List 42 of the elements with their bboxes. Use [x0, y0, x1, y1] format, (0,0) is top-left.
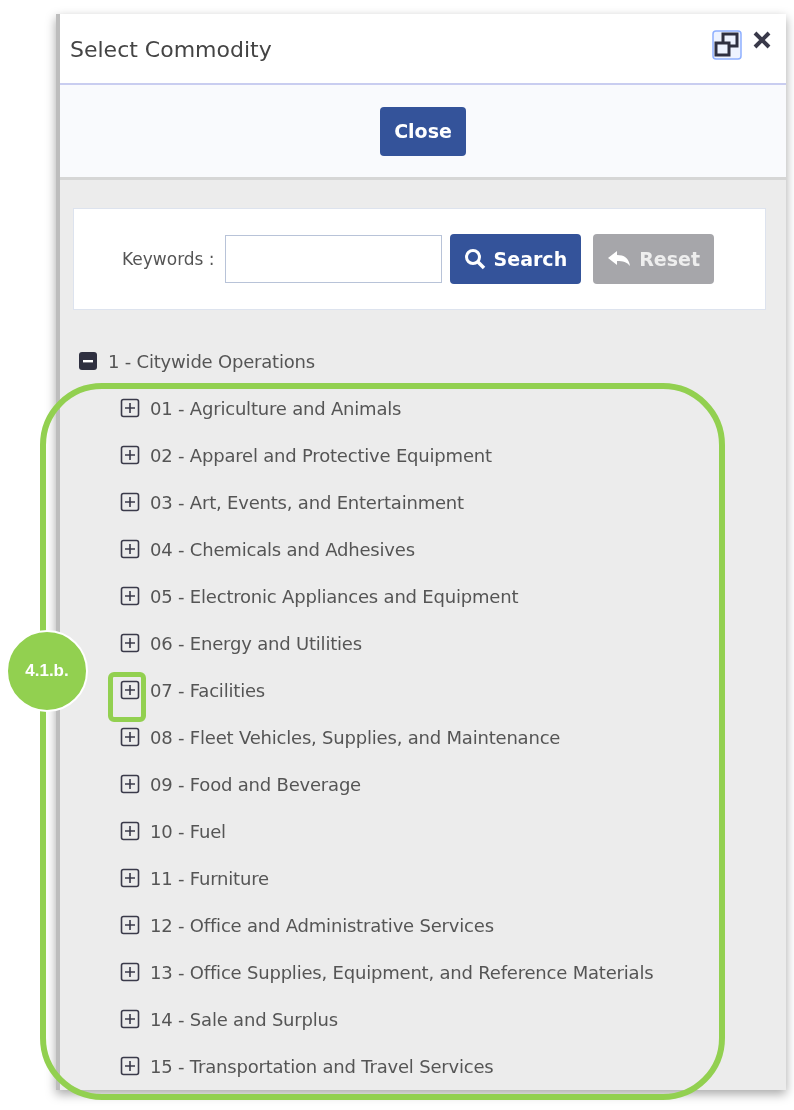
tree-item-label[interactable]: 06 - Energy and Utilities	[150, 633, 362, 654]
tree-item-label[interactable]: 02 - Apparel and Protective Equipment	[150, 445, 492, 466]
expand-icon[interactable]	[120, 633, 140, 654]
tree-item-label[interactable]: 07 - Facilities	[150, 680, 265, 701]
keywords-label: Keywords :	[122, 249, 215, 270]
tree-item-label[interactable]: 10 - Fuel	[150, 821, 226, 842]
tree-item-label[interactable]: 05 - Electronic Appliances and Equipment	[150, 586, 519, 607]
tree-item-label[interactable]: 01 - Agriculture and Animals	[150, 398, 402, 419]
expand-icon[interactable]	[120, 821, 140, 842]
search-button[interactable]: Search	[449, 234, 582, 285]
tree-item-label[interactable]: 1 - Citywide Operations	[108, 351, 315, 372]
restore-icon[interactable]	[712, 30, 742, 60]
tree-item-label[interactable]: 11 - Furniture	[150, 868, 269, 889]
expand-icon[interactable]	[120, 539, 140, 560]
expand-icon[interactable]	[120, 727, 140, 748]
tree-item-label[interactable]: 09 - Food and Beverage	[150, 774, 361, 795]
reply-arrow-icon	[607, 250, 632, 269]
tree-item-label[interactable]: 12 - Office and Administrative Services	[150, 915, 494, 936]
tree-item-label[interactable]: 04 - Chemicals and Adhesives	[150, 539, 415, 560]
collapse-icon[interactable]	[78, 351, 98, 372]
expand-icon[interactable]	[120, 868, 140, 889]
tree-item-label[interactable]: 14 - Sale and Surplus	[150, 1009, 338, 1030]
tree-item-label[interactable]: 03 - Art, Events, and Entertainment	[150, 492, 464, 513]
expand-icon[interactable]	[120, 680, 140, 701]
window-title: Select Commodity	[70, 37, 273, 63]
step-badge: 4.1.b.	[6, 630, 88, 712]
keywords-field[interactable]	[224, 235, 442, 284]
close-button[interactable]: Close	[380, 106, 466, 156]
expand-icon[interactable]	[120, 1056, 140, 1077]
expand-icon[interactable]	[120, 445, 140, 466]
expand-icon[interactable]	[120, 398, 140, 419]
search-icon	[463, 248, 486, 271]
close-icon[interactable]	[752, 30, 772, 50]
expand-icon[interactable]	[120, 492, 140, 513]
expand-icon[interactable]	[120, 586, 140, 607]
expand-icon[interactable]	[120, 962, 140, 983]
tree-item-label[interactable]: 15 - Transportation and Travel Services	[150, 1056, 494, 1077]
expand-icon[interactable]	[120, 1009, 140, 1030]
tree-item-label[interactable]: 13 - Office Supplies, Equipment, and Reference Materials	[150, 962, 654, 983]
expand-icon[interactable]	[120, 915, 140, 936]
expand-icon[interactable]	[120, 774, 140, 795]
tree-item-label[interactable]: 08 - Fleet Vehicles, Supplies, and Maintenance	[150, 727, 561, 748]
